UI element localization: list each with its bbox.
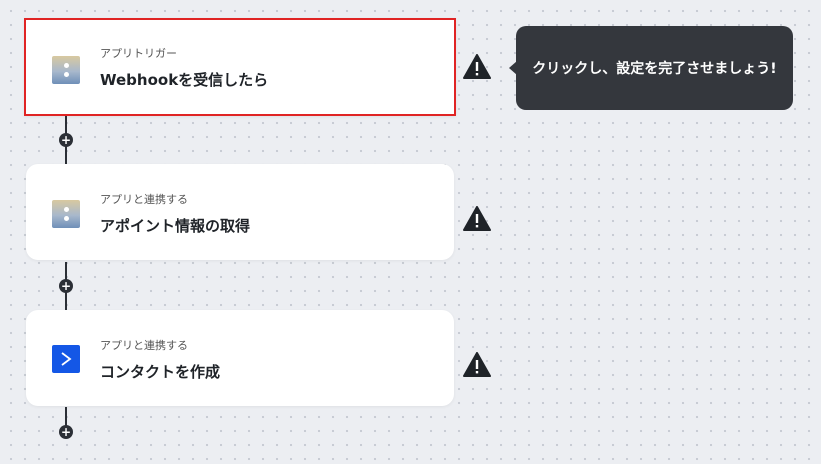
warning-icon[interactable] <box>463 352 491 378</box>
add-step-button[interactable]: + <box>59 425 73 439</box>
webhook-icon <box>52 200 80 228</box>
step-card-create-contact[interactable]: アプリと連携する コンタクトを作成 <box>26 310 454 406</box>
webhook-icon <box>52 56 80 84</box>
tooltip-text: クリックし、設定を完了させましょう! <box>532 61 777 77</box>
chevron-right-icon <box>52 345 80 373</box>
add-step-button[interactable]: + <box>59 279 73 293</box>
warning-icon[interactable] <box>463 206 491 232</box>
step-title: Webhookを受信したら <box>100 71 269 89</box>
step-title: アポイント情報の取得 <box>100 217 251 235</box>
step-subtitle: アプリと連携する <box>100 339 188 352</box>
step-subtitle: アプリトリガー <box>100 47 177 60</box>
step-card-webhook-trigger[interactable]: アプリトリガー Webhookを受信したら <box>24 18 456 116</box>
add-step-button[interactable]: + <box>59 133 73 147</box>
step-card-get-appointment[interactable]: アプリと連携する アポイント情報の取得 <box>26 164 454 260</box>
step-subtitle: アプリと連携する <box>100 193 188 206</box>
step-title: コンタクトを作成 <box>100 363 221 381</box>
setup-hint-tooltip: クリックし、設定を完了させましょう! <box>516 26 793 110</box>
warning-icon[interactable] <box>463 54 491 80</box>
